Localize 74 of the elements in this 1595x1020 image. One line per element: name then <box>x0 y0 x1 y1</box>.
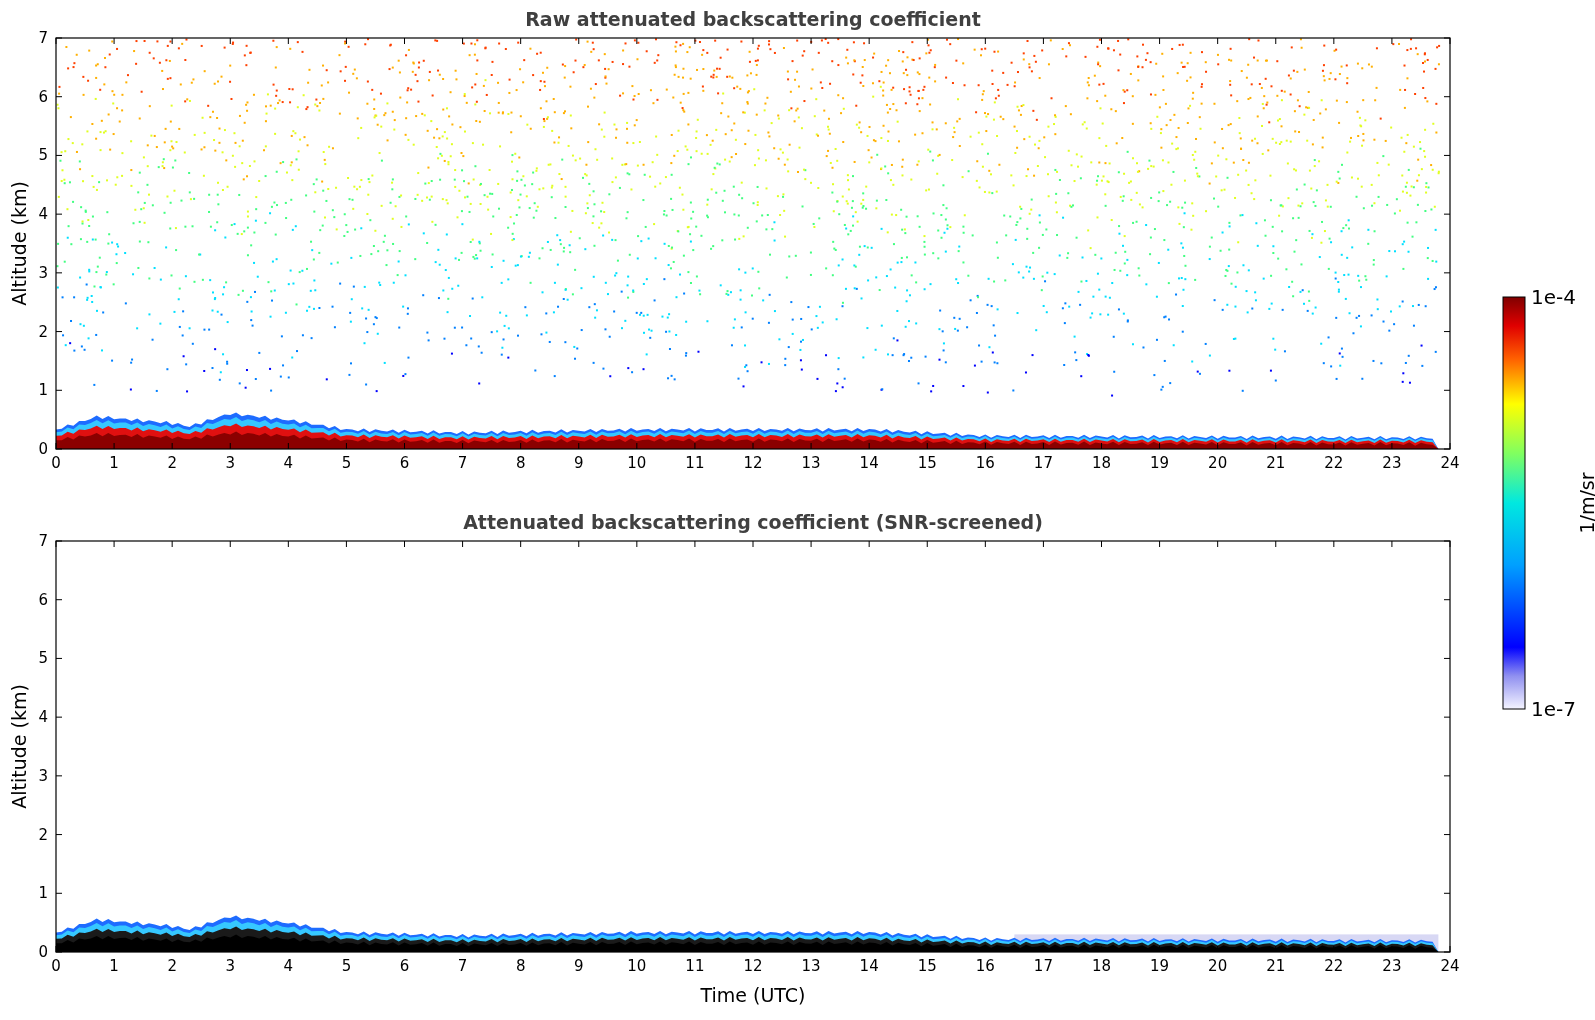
x-tick-label: 15 <box>917 957 937 975</box>
x-tick-label: 19 <box>1150 957 1170 975</box>
x-tick-label: 24 <box>1440 957 1460 975</box>
x-tick-label: 16 <box>975 454 995 472</box>
colorbar-tick-label: 1e-7 <box>1531 697 1576 721</box>
x-tick-label: 5 <box>341 957 352 975</box>
x-tick-label: 17 <box>1033 957 1053 975</box>
x-tick-label: 2 <box>167 957 177 975</box>
y-tick-label: 3 <box>38 766 48 785</box>
x-tick-label: 0 <box>51 957 61 975</box>
y-tick-label: 7 <box>38 532 48 550</box>
x-tick-label: 6 <box>399 454 410 472</box>
x-tick-label: 14 <box>859 454 879 472</box>
y-tick-label: 3 <box>38 263 48 282</box>
y-tick-label: 1 <box>38 884 48 903</box>
x-tick-label: 18 <box>1091 454 1112 472</box>
x-tick-label: 1 <box>109 957 119 975</box>
x-tick-label: 18 <box>1091 957 1112 975</box>
y-tick-label: 4 <box>38 205 48 224</box>
y-axis-label: Altitude (km) <box>8 181 30 306</box>
x-tick-label: 20 <box>1208 957 1228 975</box>
x-tick-label: 4 <box>283 454 294 472</box>
x-axis-label: Time (UTC) <box>700 984 806 1006</box>
x-tick-label: 13 <box>801 454 821 472</box>
x-tick-label: 10 <box>627 957 647 975</box>
x-tick-label: 9 <box>574 454 584 472</box>
x-tick-label: 17 <box>1033 454 1053 472</box>
colorbar-tick-label: 1e-4 <box>1531 285 1576 309</box>
x-tick-label: 22 <box>1324 454 1344 472</box>
x-tick-label: 10 <box>627 454 647 472</box>
x-tick-label: 3 <box>225 957 235 975</box>
x-tick-label: 2 <box>167 454 177 472</box>
colorbar-label: 1/m/sr <box>1576 472 1595 534</box>
x-tick-label: 21 <box>1266 957 1286 975</box>
y-tick-label: 0 <box>38 440 48 458</box>
y-axis-label: Altitude (km) <box>8 684 30 809</box>
x-tick-label: 11 <box>685 957 705 975</box>
x-tick-label: 0 <box>51 454 61 472</box>
x-tick-label: 11 <box>685 454 705 472</box>
y-tick-label: 1 <box>38 381 48 400</box>
y-tick-label: 5 <box>38 146 48 165</box>
x-tick-label: 22 <box>1324 957 1344 975</box>
y-tick-label: 4 <box>38 708 48 727</box>
x-tick-label: 15 <box>917 454 937 472</box>
x-tick-label: 8 <box>515 454 526 472</box>
x-tick-label: 13 <box>801 957 821 975</box>
x-tick-label: 3 <box>225 454 235 472</box>
x-tick-label: 20 <box>1208 454 1228 472</box>
x-tick-label: 7 <box>457 454 468 472</box>
x-tick-label: 4 <box>283 957 294 975</box>
x-tick-label: 23 <box>1382 957 1402 975</box>
x-tick-label: 24 <box>1440 454 1460 472</box>
x-tick-label: 7 <box>457 957 468 975</box>
x-tick-label: 23 <box>1382 454 1402 472</box>
x-tick-label: 5 <box>341 454 352 472</box>
x-tick-label: 16 <box>975 957 995 975</box>
y-tick-label: 7 <box>38 29 48 47</box>
x-tick-label: 8 <box>515 957 526 975</box>
x-tick-label: 6 <box>399 957 410 975</box>
panel-title: Raw attenuated backscattering coefficient <box>525 8 981 30</box>
y-tick-label: 5 <box>38 649 48 668</box>
y-tick-label: 6 <box>38 87 48 106</box>
y-tick-label: 2 <box>38 825 48 844</box>
x-tick-label: 9 <box>574 957 584 975</box>
x-tick-label: 12 <box>743 454 763 472</box>
y-tick-label: 6 <box>38 590 48 609</box>
x-tick-label: 1 <box>109 454 119 472</box>
panel-title: Attenuated backscattering coefficient (SNR-screened) <box>463 511 1043 533</box>
y-tick-label: 0 <box>38 943 48 961</box>
x-tick-label: 14 <box>859 957 879 975</box>
x-tick-label: 21 <box>1266 454 1286 472</box>
x-tick-label: 12 <box>743 957 763 975</box>
y-tick-label: 2 <box>38 322 48 341</box>
x-tick-label: 19 <box>1150 454 1170 472</box>
